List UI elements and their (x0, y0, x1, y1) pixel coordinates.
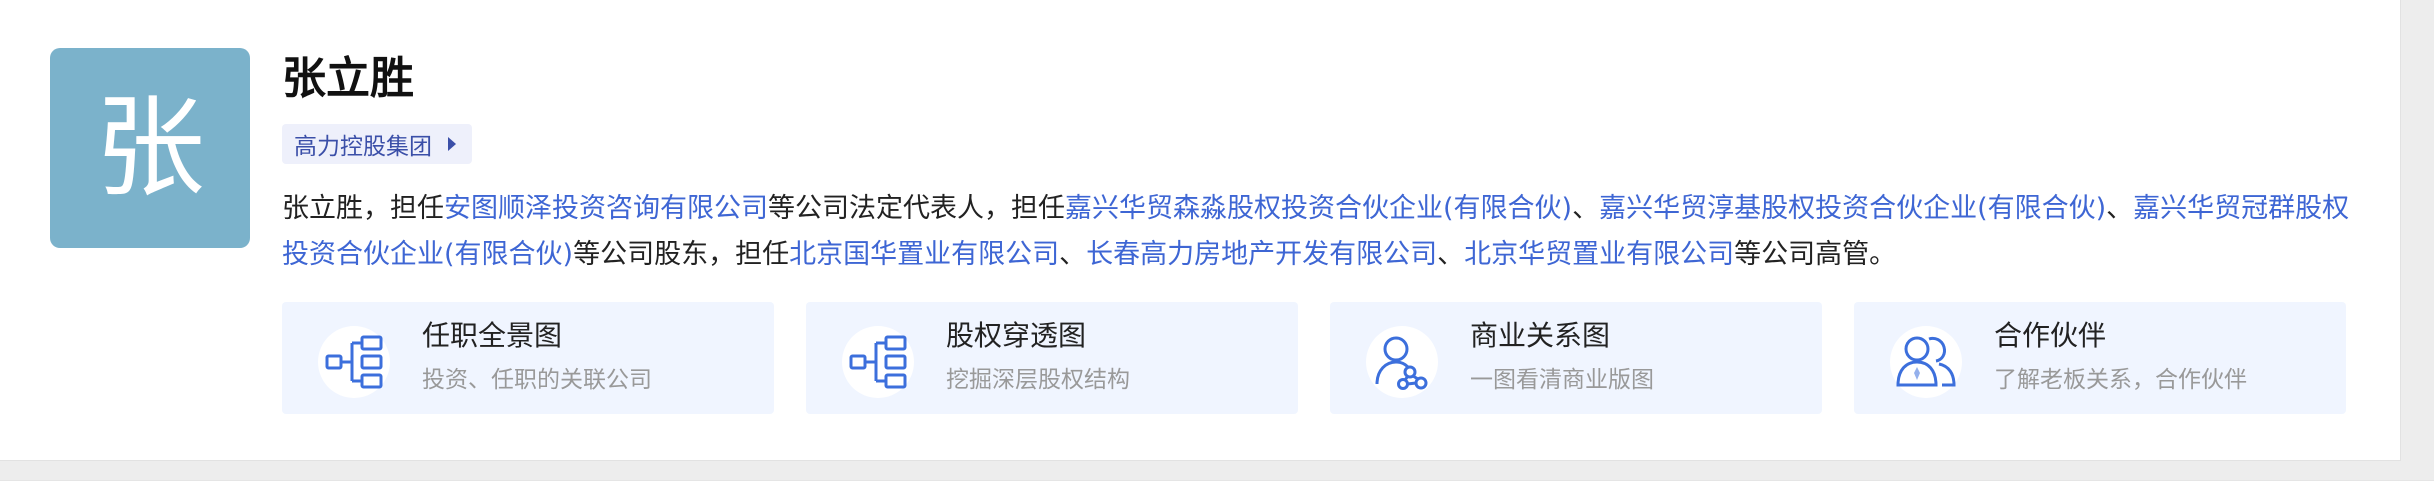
desc-text: 张立胜，担任 (282, 193, 444, 224)
desc-separator: 、 (2106, 193, 2134, 224)
feature-title: 任职全景图 (422, 319, 563, 352)
feature-card-business-relations[interactable]: 商业关系图 一图看清商业版图 (1330, 302, 1822, 414)
feature-subtitle: 了解老板关系，合作伙伴 (1994, 367, 2247, 393)
desc-text: 等公司高管。 (1734, 239, 1897, 270)
feature-card-partners[interactable]: 合作伙伴 了解老板关系，合作伙伴 (1854, 302, 2346, 414)
feature-card-equity-penetration[interactable]: 股权穿透图 挖掘深层股权结构 (806, 302, 1298, 414)
two-persons-icon (1890, 326, 1962, 398)
person-profile-card: 张 张立胜 高力控股集团 张立胜，担任安图顺泽投资咨询有限公司等公司法定代表人，… (0, 0, 2401, 461)
feature-subtitle: 一图看清商业版图 (1470, 367, 1654, 393)
person-description: 张立胜，担任安图顺泽投资咨询有限公司等公司法定代表人，担任嘉兴华贸森淼股权投资合… (282, 186, 2352, 278)
company-link[interactable]: 安图顺泽投资咨询有限公司 (444, 193, 768, 224)
company-link[interactable]: 北京华贸置业有限公司 (1464, 239, 1734, 270)
feature-title: 股权穿透图 (946, 319, 1087, 352)
person-network-icon (1366, 326, 1438, 398)
group-tag-label: 高力控股集团 (294, 134, 432, 160)
tree-structure-icon (842, 326, 914, 398)
company-link[interactable]: 长春高力房地产开发有限公司 (1086, 239, 1437, 270)
company-link[interactable]: 嘉兴华贸淳基股权投资合伙企业(有限合伙) (1599, 193, 2106, 224)
desc-separator: 、 (1572, 193, 1600, 224)
avatar: 张 (50, 48, 250, 248)
feature-subtitle: 挖掘深层股权结构 (946, 367, 1130, 393)
company-link[interactable]: 北京国华置业有限公司 (789, 239, 1059, 270)
feature-title: 商业关系图 (1470, 319, 1611, 352)
desc-text: 等公司股东，担任 (573, 239, 790, 270)
desc-separator: 、 (1059, 239, 1087, 270)
next-section-edge (0, 480, 2434, 501)
group-tag[interactable]: 高力控股集团 (282, 124, 472, 164)
person-name: 张立胜 (282, 53, 414, 104)
desc-text: 等公司法定代表人，担任 (768, 193, 1065, 224)
company-link[interactable]: 嘉兴华贸森淼股权投资合伙企业(有限合伙) (1065, 193, 1572, 224)
desc-separator: 、 (1437, 239, 1465, 270)
tree-structure-icon (318, 326, 390, 398)
feature-card-position-panorama[interactable]: 任职全景图 投资、任职的关联公司 (282, 302, 774, 414)
feature-subtitle: 投资、任职的关联公司 (422, 367, 652, 393)
caret-right-icon (448, 137, 456, 151)
feature-title: 合作伙伴 (1994, 319, 2107, 352)
